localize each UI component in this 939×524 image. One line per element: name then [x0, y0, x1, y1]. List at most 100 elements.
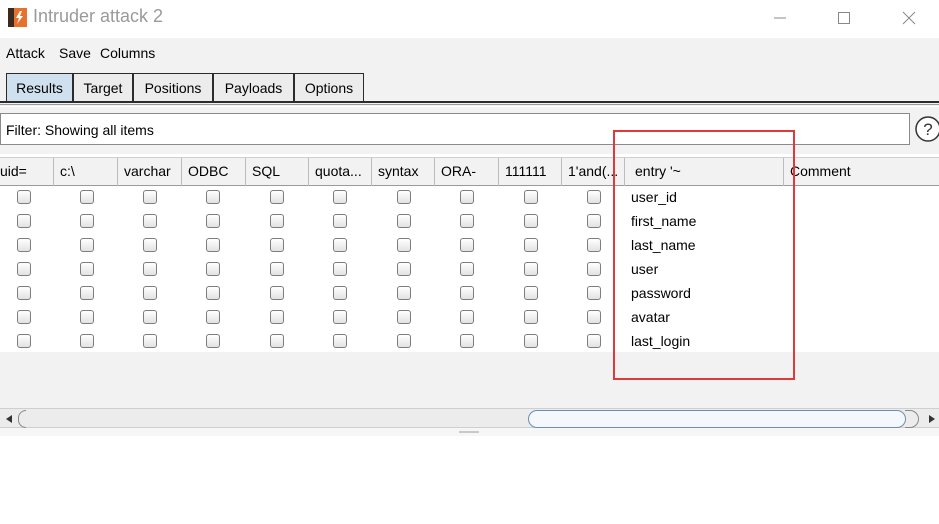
checkbox[interactable]: [587, 286, 601, 300]
checkbox[interactable]: [17, 286, 31, 300]
checkbox[interactable]: [270, 286, 284, 300]
checkbox[interactable]: [80, 262, 94, 276]
checkbox[interactable]: [143, 334, 157, 348]
tab-results[interactable]: Results: [6, 73, 73, 102]
maximize-button[interactable]: [821, 0, 867, 36]
checkbox[interactable]: [524, 214, 538, 228]
checkbox[interactable]: [524, 262, 538, 276]
tab-positions[interactable]: Positions: [133, 73, 213, 102]
checkbox[interactable]: [397, 190, 411, 204]
table-row[interactable]: first_name: [0, 210, 939, 234]
scroll-left-icon[interactable]: [2, 412, 16, 426]
minimize-button[interactable]: [757, 0, 803, 36]
checkbox[interactable]: [524, 286, 538, 300]
table-row[interactable]: last_name: [0, 234, 939, 258]
checkbox[interactable]: [333, 262, 347, 276]
help-icon[interactable]: ?: [914, 115, 939, 143]
checkbox[interactable]: [270, 214, 284, 228]
checkbox[interactable]: [460, 286, 474, 300]
checkbox[interactable]: [143, 262, 157, 276]
checkbox[interactable]: [587, 334, 601, 348]
checkbox[interactable]: [460, 262, 474, 276]
column-header-odbc[interactable]: ODBC: [182, 158, 246, 186]
column-header-sql[interactable]: SQL: [246, 158, 309, 186]
checkbox[interactable]: [460, 190, 474, 204]
checkbox[interactable]: [143, 190, 157, 204]
table-row[interactable]: last_login: [0, 330, 939, 354]
table-row[interactable]: avatar: [0, 306, 939, 330]
checkbox[interactable]: [17, 310, 31, 324]
checkbox[interactable]: [524, 190, 538, 204]
checkbox[interactable]: [460, 214, 474, 228]
tab-options[interactable]: Options: [294, 73, 364, 102]
scroll-right-icon[interactable]: [926, 412, 939, 426]
menu-attack[interactable]: Attack: [6, 45, 45, 61]
horizontal-scrollbar[interactable]: [0, 408, 939, 428]
checkbox[interactable]: [397, 262, 411, 276]
tab-target[interactable]: Target: [73, 73, 133, 102]
checkbox[interactable]: [80, 190, 94, 204]
tab-payloads[interactable]: Payloads: [213, 73, 294, 102]
column-header-syntax[interactable]: syntax: [372, 158, 435, 186]
checkbox[interactable]: [17, 238, 31, 252]
checkbox[interactable]: [206, 214, 220, 228]
checkbox[interactable]: [143, 310, 157, 324]
checkbox[interactable]: [333, 238, 347, 252]
checkbox[interactable]: [333, 286, 347, 300]
checkbox[interactable]: [80, 238, 94, 252]
checkbox[interactable]: [270, 334, 284, 348]
checkbox[interactable]: [460, 310, 474, 324]
close-button[interactable]: [886, 0, 932, 36]
checkbox[interactable]: [17, 190, 31, 204]
column-header-comment[interactable]: Comment: [784, 158, 939, 186]
checkbox[interactable]: [587, 238, 601, 252]
checkbox[interactable]: [587, 214, 601, 228]
scroll-thumb[interactable]: [528, 410, 906, 428]
checkbox[interactable]: [397, 334, 411, 348]
column-header-quota[interactable]: quota...: [309, 158, 372, 186]
checkbox[interactable]: [206, 310, 220, 324]
checkbox[interactable]: [460, 334, 474, 348]
column-header-varchar[interactable]: varchar: [118, 158, 182, 186]
checkbox[interactable]: [17, 262, 31, 276]
checkbox[interactable]: [206, 190, 220, 204]
checkbox[interactable]: [270, 190, 284, 204]
checkbox[interactable]: [587, 190, 601, 204]
menu-columns[interactable]: Columns: [100, 45, 155, 61]
checkbox[interactable]: [206, 238, 220, 252]
checkbox[interactable]: [143, 238, 157, 252]
table-row[interactable]: user: [0, 258, 939, 282]
checkbox[interactable]: [333, 190, 347, 204]
menu-save[interactable]: Save: [59, 45, 91, 61]
checkbox[interactable]: [397, 310, 411, 324]
checkbox[interactable]: [333, 310, 347, 324]
table-row[interactable]: password: [0, 282, 939, 306]
checkbox[interactable]: [524, 238, 538, 252]
checkbox[interactable]: [17, 214, 31, 228]
column-header-c-drive[interactable]: c:\: [54, 158, 118, 186]
checkbox[interactable]: [80, 286, 94, 300]
checkbox[interactable]: [143, 214, 157, 228]
checkbox[interactable]: [206, 334, 220, 348]
checkbox[interactable]: [333, 334, 347, 348]
checkbox[interactable]: [397, 286, 411, 300]
checkbox[interactable]: [270, 238, 284, 252]
column-header-111111[interactable]: 111111: [499, 158, 562, 186]
checkbox[interactable]: [333, 214, 347, 228]
checkbox[interactable]: [587, 310, 601, 324]
checkbox[interactable]: [80, 334, 94, 348]
checkbox[interactable]: [17, 334, 31, 348]
checkbox[interactable]: [397, 238, 411, 252]
checkbox[interactable]: [587, 262, 601, 276]
column-header-ora[interactable]: ORA-: [435, 158, 499, 186]
checkbox[interactable]: [524, 334, 538, 348]
checkbox[interactable]: [206, 262, 220, 276]
checkbox[interactable]: [143, 286, 157, 300]
checkbox[interactable]: [270, 310, 284, 324]
checkbox[interactable]: [80, 310, 94, 324]
checkbox[interactable]: [80, 214, 94, 228]
checkbox[interactable]: [524, 310, 538, 324]
checkbox[interactable]: [397, 214, 411, 228]
checkbox[interactable]: [270, 262, 284, 276]
table-row[interactable]: user_id: [0, 186, 939, 210]
